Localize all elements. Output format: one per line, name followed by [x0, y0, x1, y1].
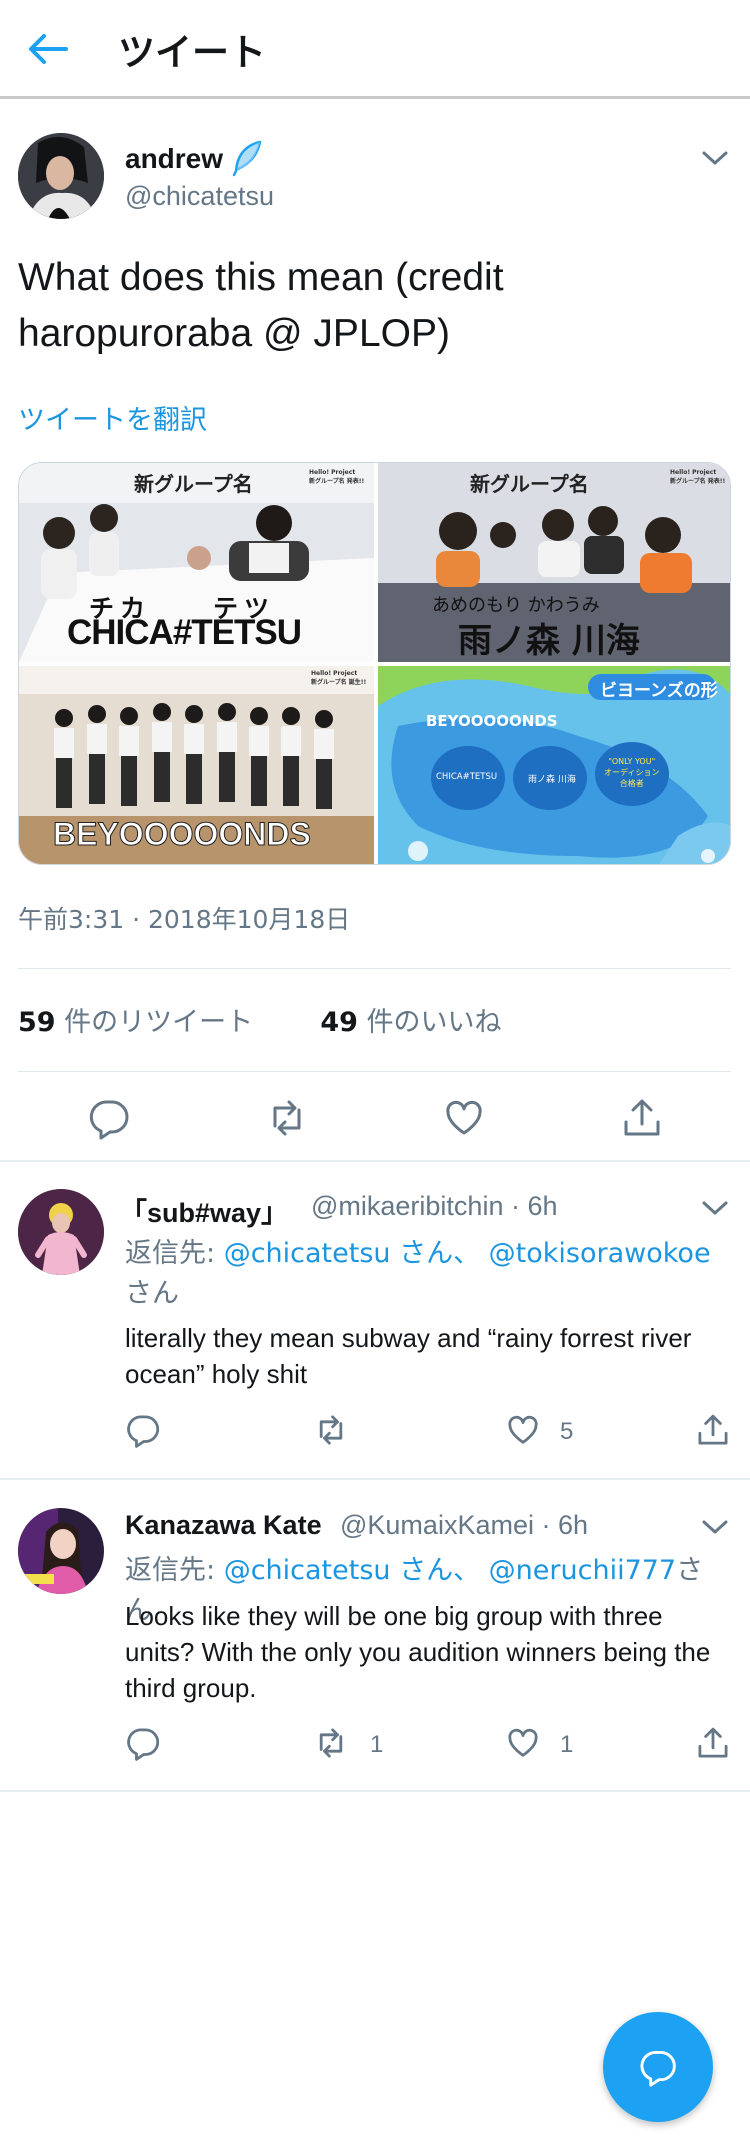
replying-prefix: 返信先:: [125, 1238, 224, 1269]
retweet-count: 59: [18, 1007, 56, 1038]
retweet-icon[interactable]: [313, 1725, 349, 1761]
like-count: 49: [320, 1007, 358, 1038]
reply-author-name[interactable]: 「sub#way」: [120, 1191, 288, 1230]
panel-title: BEYOOOOONDS: [426, 712, 558, 730]
retweet-count: 1: [370, 1731, 384, 1758]
panel-tag: ビヨーンズの形: [600, 681, 718, 701]
top-bar: ツイート: [0, 0, 750, 99]
share-icon[interactable]: [695, 1725, 731, 1761]
tweet-timestamp[interactable]: 午前3:31 · 2018年10月18日: [18, 900, 350, 936]
chevron-down-icon[interactable]: [700, 148, 730, 168]
retweet-icon[interactable]: [313, 1412, 349, 1448]
like-stat[interactable]: 49 件のいいね: [320, 1007, 501, 1038]
share-icon[interactable]: [695, 1412, 731, 1448]
bubble-label: "ONLY YOU" オーディション 合格者: [604, 757, 660, 788]
panel-top-label: 新グループ名: [134, 472, 253, 496]
retweet-icon[interactable]: [265, 1096, 309, 1140]
mention-suffix: さん、: [390, 1555, 489, 1586]
reply-icon[interactable]: [125, 1725, 161, 1761]
page-title: ツイート: [118, 31, 266, 74]
reply-text: literally they mean subway and “rainy fo…: [125, 1323, 692, 1389]
mention-link[interactable]: @neruchii777: [489, 1555, 676, 1586]
compose-reply-button[interactable]: [603, 2012, 713, 2122]
like-icon[interactable]: [505, 1725, 541, 1761]
avatar[interactable]: [18, 1508, 104, 1594]
replying-prefix: 返信先:: [125, 1555, 224, 1586]
author-name[interactable]: andrew: [125, 143, 223, 175]
mention-link[interactable]: @chicatetsu: [224, 1238, 391, 1269]
reply-icon[interactable]: [125, 1412, 161, 1448]
media-panel-4[interactable]: ビヨーンズの形 BEYOOOOONDS CHICA#TETSU 雨ノ森 川海 "…: [378, 666, 730, 864]
panel-title: BEYOOOOONDS: [53, 816, 312, 853]
mention-link[interactable]: @chicatetsu: [224, 1555, 391, 1586]
chevron-down-icon[interactable]: [700, 1517, 730, 1537]
avatar[interactable]: [18, 133, 104, 219]
bubble-label: CHICA#TETSU: [436, 772, 498, 782]
arrow-left-icon[interactable]: [26, 31, 70, 67]
reply-author-handle[interactable]: @KumaixKamei · 6h: [340, 1510, 588, 1541]
retweet-label: 件のリツイート: [64, 1007, 254, 1038]
like-label: 件のいいね: [366, 1007, 502, 1038]
tweet-text: What does this mean (credit haropuroraba…: [18, 256, 504, 355]
share-icon[interactable]: [620, 1096, 664, 1140]
bubble-label: 雨ノ森 川海: [528, 775, 576, 785]
retweet-stat[interactable]: 59 件のリツイート: [18, 1007, 253, 1038]
mention-suffix: さん、: [390, 1238, 489, 1269]
divider: [18, 968, 731, 969]
panel-corner-label: Hello! Project 新グループ名 誕生!!: [311, 670, 367, 686]
panel-corner-label: Hello! Project 新グループ名 発表!!: [670, 469, 726, 485]
panel-title: 雨ノ森 川海: [458, 621, 640, 661]
feather-badge-icon: [230, 139, 264, 177]
panel-corner-label: Hello! Project 新グループ名 発表!!: [309, 469, 365, 485]
mention-link[interactable]: @tokisorawokoe: [489, 1238, 711, 1269]
media-grid[interactable]: 新グループ名 Hello! Project 新グループ名 発表!! チカ テツ …: [18, 462, 731, 865]
chevron-down-icon[interactable]: [700, 1198, 730, 1218]
like-count: 5: [560, 1418, 574, 1445]
translate-tweet-link[interactable]: ツイートを翻訳: [18, 398, 207, 437]
avatar[interactable]: [18, 1189, 104, 1275]
panel-title: CHICA#TETSU: [67, 613, 302, 652]
reply-author-name[interactable]: Kanazawa Kate: [125, 1510, 322, 1541]
media-panel-2[interactable]: 新グループ名 Hello! Project 新グループ名 発表!! あめのもり …: [378, 463, 730, 662]
replying-to: 返信先: @chicatetsu さん、 @tokisorawokoe さん: [125, 1234, 725, 1314]
compose-reply-icon: [638, 2047, 678, 2087]
section-divider: [0, 1790, 750, 1792]
reply-text: Looks like they will be one big group wi…: [125, 1601, 711, 1703]
media-panel-3[interactable]: Hello! Project 新グループ名 誕生!! BEYOOOOONDS: [19, 666, 374, 864]
divider: [18, 1071, 731, 1072]
panel-top-label: 新グループ名: [470, 472, 589, 496]
like-icon[interactable]: [505, 1412, 541, 1448]
section-divider: [0, 1160, 750, 1162]
engagement-stats: 59 件のリツイート 49 件のいいね: [18, 1000, 502, 1039]
like-count: 1: [560, 1731, 574, 1758]
section-divider: [0, 1478, 750, 1480]
like-icon[interactable]: [442, 1096, 486, 1140]
reply-icon[interactable]: [87, 1096, 131, 1140]
media-panel-1[interactable]: 新グループ名 Hello! Project 新グループ名 発表!! チカ テツ …: [19, 463, 374, 662]
reply-author-handle[interactable]: @mikaeribitchin · 6h: [311, 1191, 558, 1222]
mention-suffix: さん: [125, 1278, 179, 1309]
author-handle[interactable]: @chicatetsu: [125, 181, 274, 212]
